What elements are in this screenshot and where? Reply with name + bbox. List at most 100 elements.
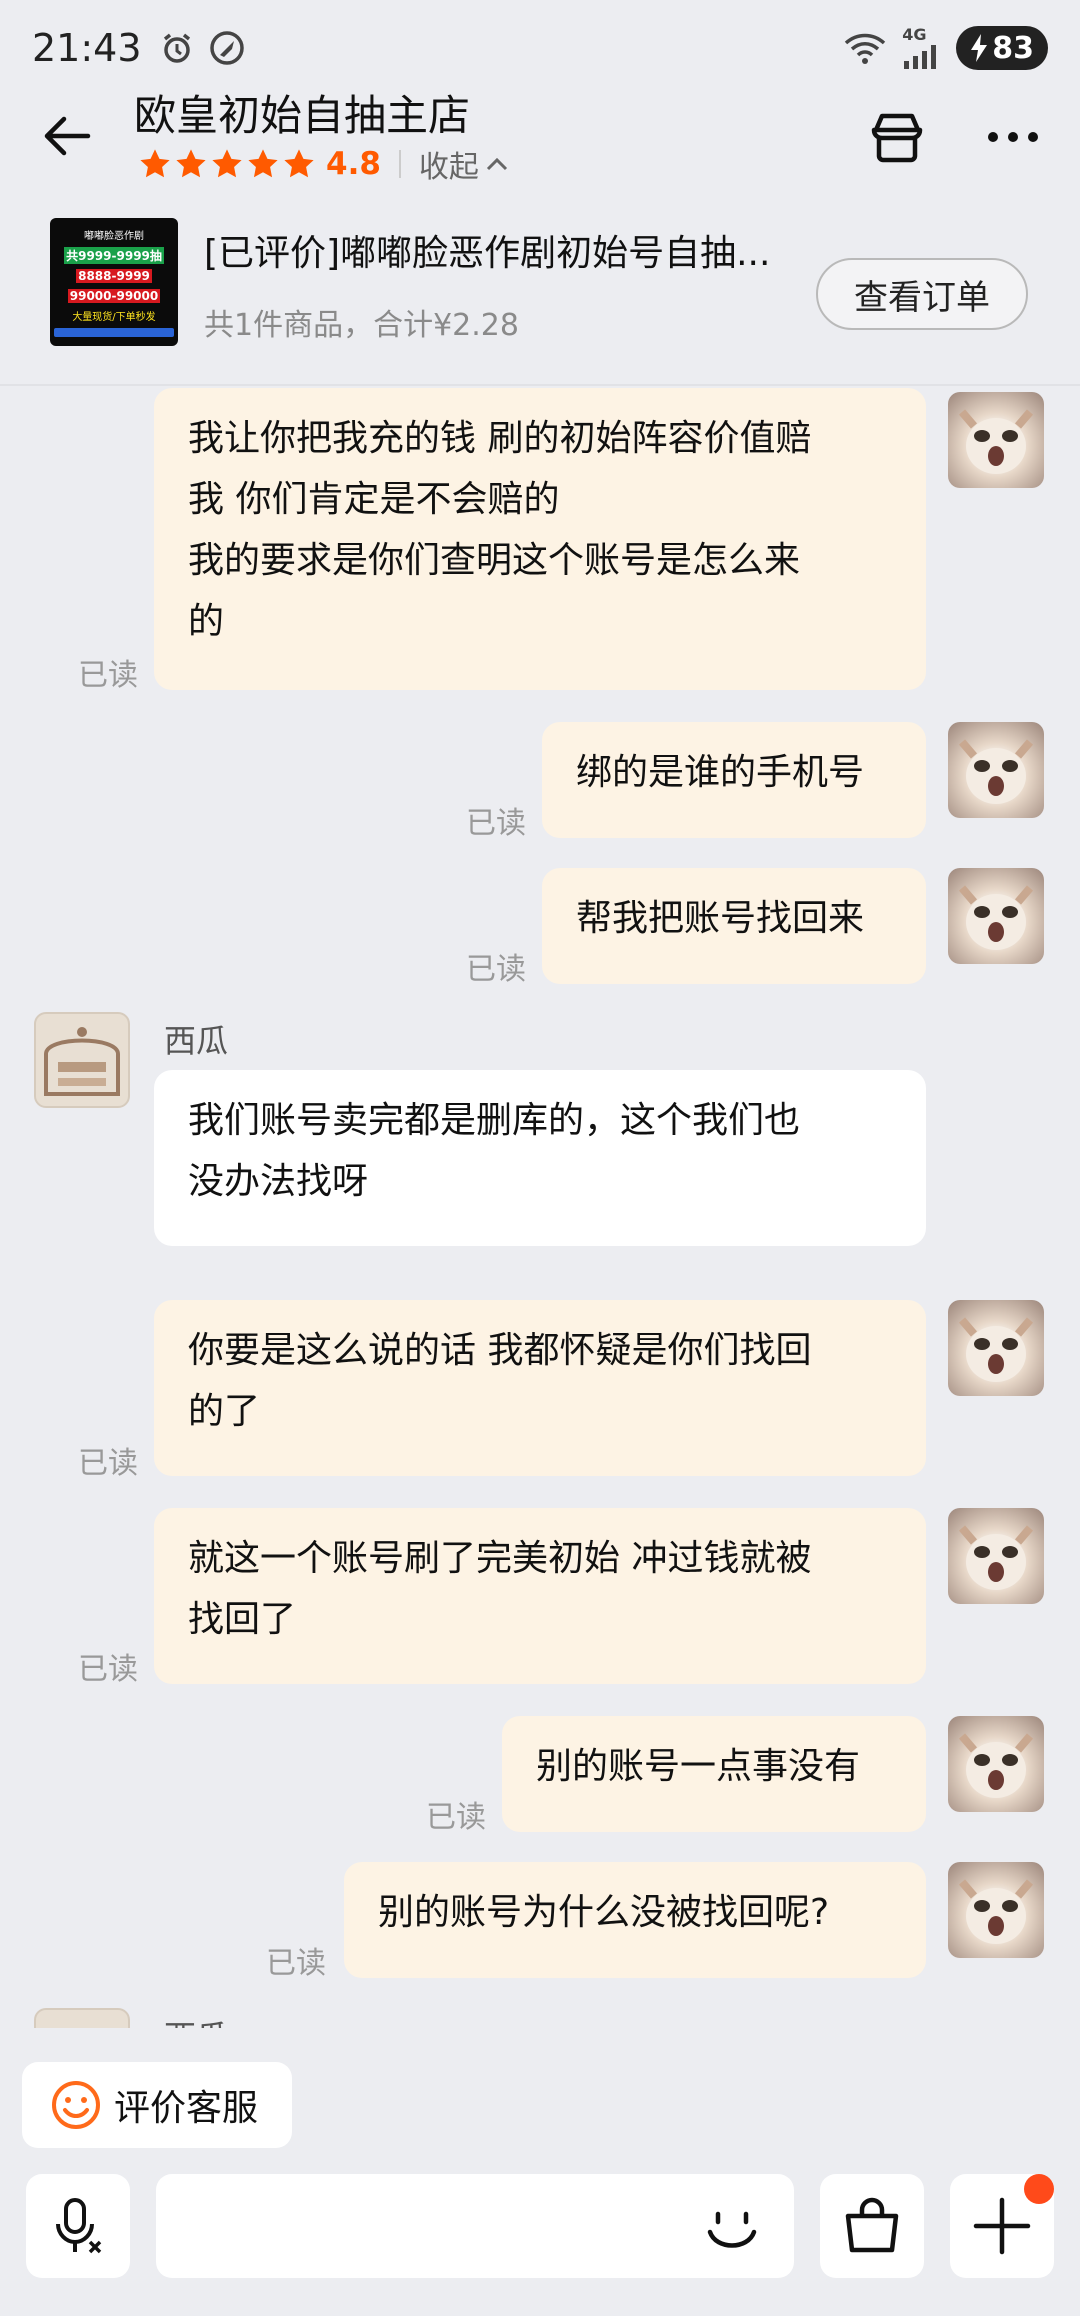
message-line: 的 — [188, 601, 225, 642]
cat-avatar-icon — [958, 1733, 1034, 1798]
my-avatar[interactable] — [948, 1862, 1044, 1958]
my-avatar[interactable] — [948, 1508, 1044, 1604]
shop-title[interactable]: 欧皇初始自抽主店 — [134, 82, 470, 143]
thumb-title: 嘟嘟脸恶作剧 — [84, 230, 144, 242]
message-line: 的了 — [188, 1391, 261, 1432]
smile-icon — [52, 2081, 100, 2129]
divider — [398, 150, 401, 178]
chat-messages[interactable]: 我让你把我充的钱 刷的初始阵容价值赔 我 你们肯定是不会赔的 我的要求是你们查明… — [0, 388, 1080, 2028]
my-avatar[interactable] — [948, 1300, 1044, 1396]
message-line: 绑的是谁的手机号 — [576, 752, 865, 793]
message-line: 我们账号卖完都是删库的，这个我们也 — [188, 1100, 801, 1141]
read-receipt: 已读 — [466, 952, 526, 987]
store-button[interactable] — [866, 106, 928, 168]
message-line: 我的要求是你们查明这个账号是怎么来 — [188, 540, 801, 581]
back-button[interactable] — [38, 106, 98, 166]
rate-service-button[interactable]: 评价客服 — [22, 2062, 292, 2148]
message-bubble[interactable]: 帮我把账号找回来 — [542, 868, 926, 984]
message-input[interactable] — [156, 2174, 794, 2278]
sender-name: 西瓜 — [164, 2012, 228, 2028]
read-receipt: 已读 — [78, 1446, 138, 1481]
message-line: 别的账号一点事没有 — [536, 1746, 861, 1787]
network-label: 4G — [902, 25, 927, 44]
signal-icon — [904, 45, 937, 69]
read-receipt: 已读 — [78, 1652, 138, 1687]
star-rating — [138, 148, 316, 180]
star-icon — [212, 149, 242, 178]
message-line: 就这一个账号刷了完美初始 冲过钱就被 — [188, 1538, 812, 1579]
message-bubble[interactable]: 我让你把我充的钱 刷的初始阵容价值赔 我 你们肯定是不会赔的 我的要求是你们查明… — [154, 388, 926, 690]
emoji-icon — [707, 2211, 757, 2248]
more-button[interactable] — [984, 112, 1042, 162]
battery-level: 83 — [992, 30, 1034, 66]
message-bubble[interactable]: 我们账号卖完都是删库的，这个我们也 没办法找呀 — [154, 1070, 926, 1246]
my-avatar[interactable] — [948, 1716, 1044, 1812]
read-receipt: 已读 — [266, 1946, 326, 1981]
message-line: 别的账号为什么没被找回呢? — [378, 1892, 830, 1933]
my-avatar[interactable] — [948, 392, 1044, 488]
star-icon — [284, 149, 314, 178]
shopping-bag-icon — [845, 2197, 899, 2253]
seller-avatar[interactable] — [34, 1012, 130, 1108]
star-icon — [248, 149, 278, 178]
rate-service-label: 评价客服 — [114, 2088, 259, 2129]
star-icon — [176, 149, 206, 178]
status-time: 21:43 — [32, 26, 142, 70]
thumb-line2: 共9999-9999抽 — [64, 246, 164, 264]
message-line: 你要是这么说的话 我都怀疑是你们找回 — [188, 1330, 812, 1371]
cat-avatar-icon — [958, 409, 1034, 474]
rating-row: 4.8 收起 — [138, 142, 509, 186]
chevron-up-icon — [486, 157, 507, 171]
notification-dot — [1024, 2174, 1054, 2204]
read-receipt: 已读 — [78, 658, 138, 693]
order-title[interactable]: [已评价]嘟嘟脸恶作剧初始号自抽... — [204, 224, 804, 276]
message-bubble[interactable]: 你要是这么说的话 我都怀疑是你们找回 的了 — [154, 1300, 926, 1476]
wifi-icon — [845, 33, 886, 64]
more-icon — [988, 132, 1038, 142]
collapse-toggle[interactable]: 收起 — [419, 142, 509, 186]
message-bubble[interactable]: 绑的是谁的手机号 — [542, 722, 926, 838]
my-avatar[interactable] — [948, 722, 1044, 818]
cat-avatar-icon — [958, 1317, 1034, 1382]
read-receipt: 已读 — [426, 1800, 486, 1835]
charging-icon — [971, 34, 988, 62]
alarm-icon — [163, 33, 190, 63]
message-line: 没办法找呀 — [188, 1161, 369, 1202]
chat-header: 欧皇初始自抽主店 4.8 收起 — [0, 76, 1080, 194]
my-avatar[interactable] — [948, 868, 1044, 964]
cat-avatar-icon — [958, 1525, 1034, 1590]
thumb-line5: 大量现货/下单秒发 — [72, 311, 156, 323]
view-order-button[interactable]: 查看订单 — [816, 258, 1028, 330]
emoji-button[interactable] — [700, 2196, 764, 2260]
seller-avatar[interactable] — [34, 2008, 130, 2028]
cat-avatar-icon — [958, 1879, 1034, 1944]
thumb-line4: 99000-99000 — [67, 288, 161, 303]
microphone-icon — [56, 2198, 102, 2254]
message-line: 我 你们肯定是不会赔的 — [188, 479, 560, 520]
back-arrow-icon — [44, 116, 91, 156]
cat-avatar-icon — [958, 739, 1034, 804]
order-card[interactable]: 嘟嘟脸恶作剧 共9999-9999抽 8888-9999 99000-99000… — [0, 200, 1080, 386]
message-bubble[interactable]: 别的账号一点事没有 — [502, 1716, 926, 1832]
product-thumbnail[interactable]: 嘟嘟脸恶作剧 共9999-9999抽 8888-9999 99000-99000… — [50, 218, 178, 346]
product-button[interactable] — [820, 2174, 924, 2278]
message-line: 找回了 — [188, 1599, 297, 1640]
plus-icon — [973, 2197, 1031, 2255]
message-bubble[interactable]: 就这一个账号刷了完美初始 冲过钱就被 找回了 — [154, 1508, 926, 1684]
voice-input-button[interactable] — [26, 2174, 130, 2278]
store-icon — [871, 113, 923, 163]
rating-value: 4.8 — [326, 146, 381, 182]
star-icon — [140, 149, 170, 178]
order-summary: 共1件商品，合计¥2.28 — [204, 308, 519, 343]
message-line: 帮我把账号找回来 — [576, 898, 865, 939]
thumb-bar — [54, 328, 174, 338]
read-receipt: 已读 — [466, 806, 526, 841]
rocket-icon — [209, 31, 244, 65]
cat-avatar-icon — [958, 885, 1034, 950]
thumb-line3: 8888-9999 — [76, 269, 152, 284]
battery-indicator: 83 — [956, 26, 1048, 70]
collapse-label: 收起 — [418, 150, 479, 185]
message-bubble[interactable]: 别的账号为什么没被找回呢? — [344, 1862, 926, 1978]
message-line: 我让你把我充的钱 刷的初始阵容价值赔 — [188, 418, 812, 459]
sender-name: 西瓜 — [164, 1022, 229, 1060]
